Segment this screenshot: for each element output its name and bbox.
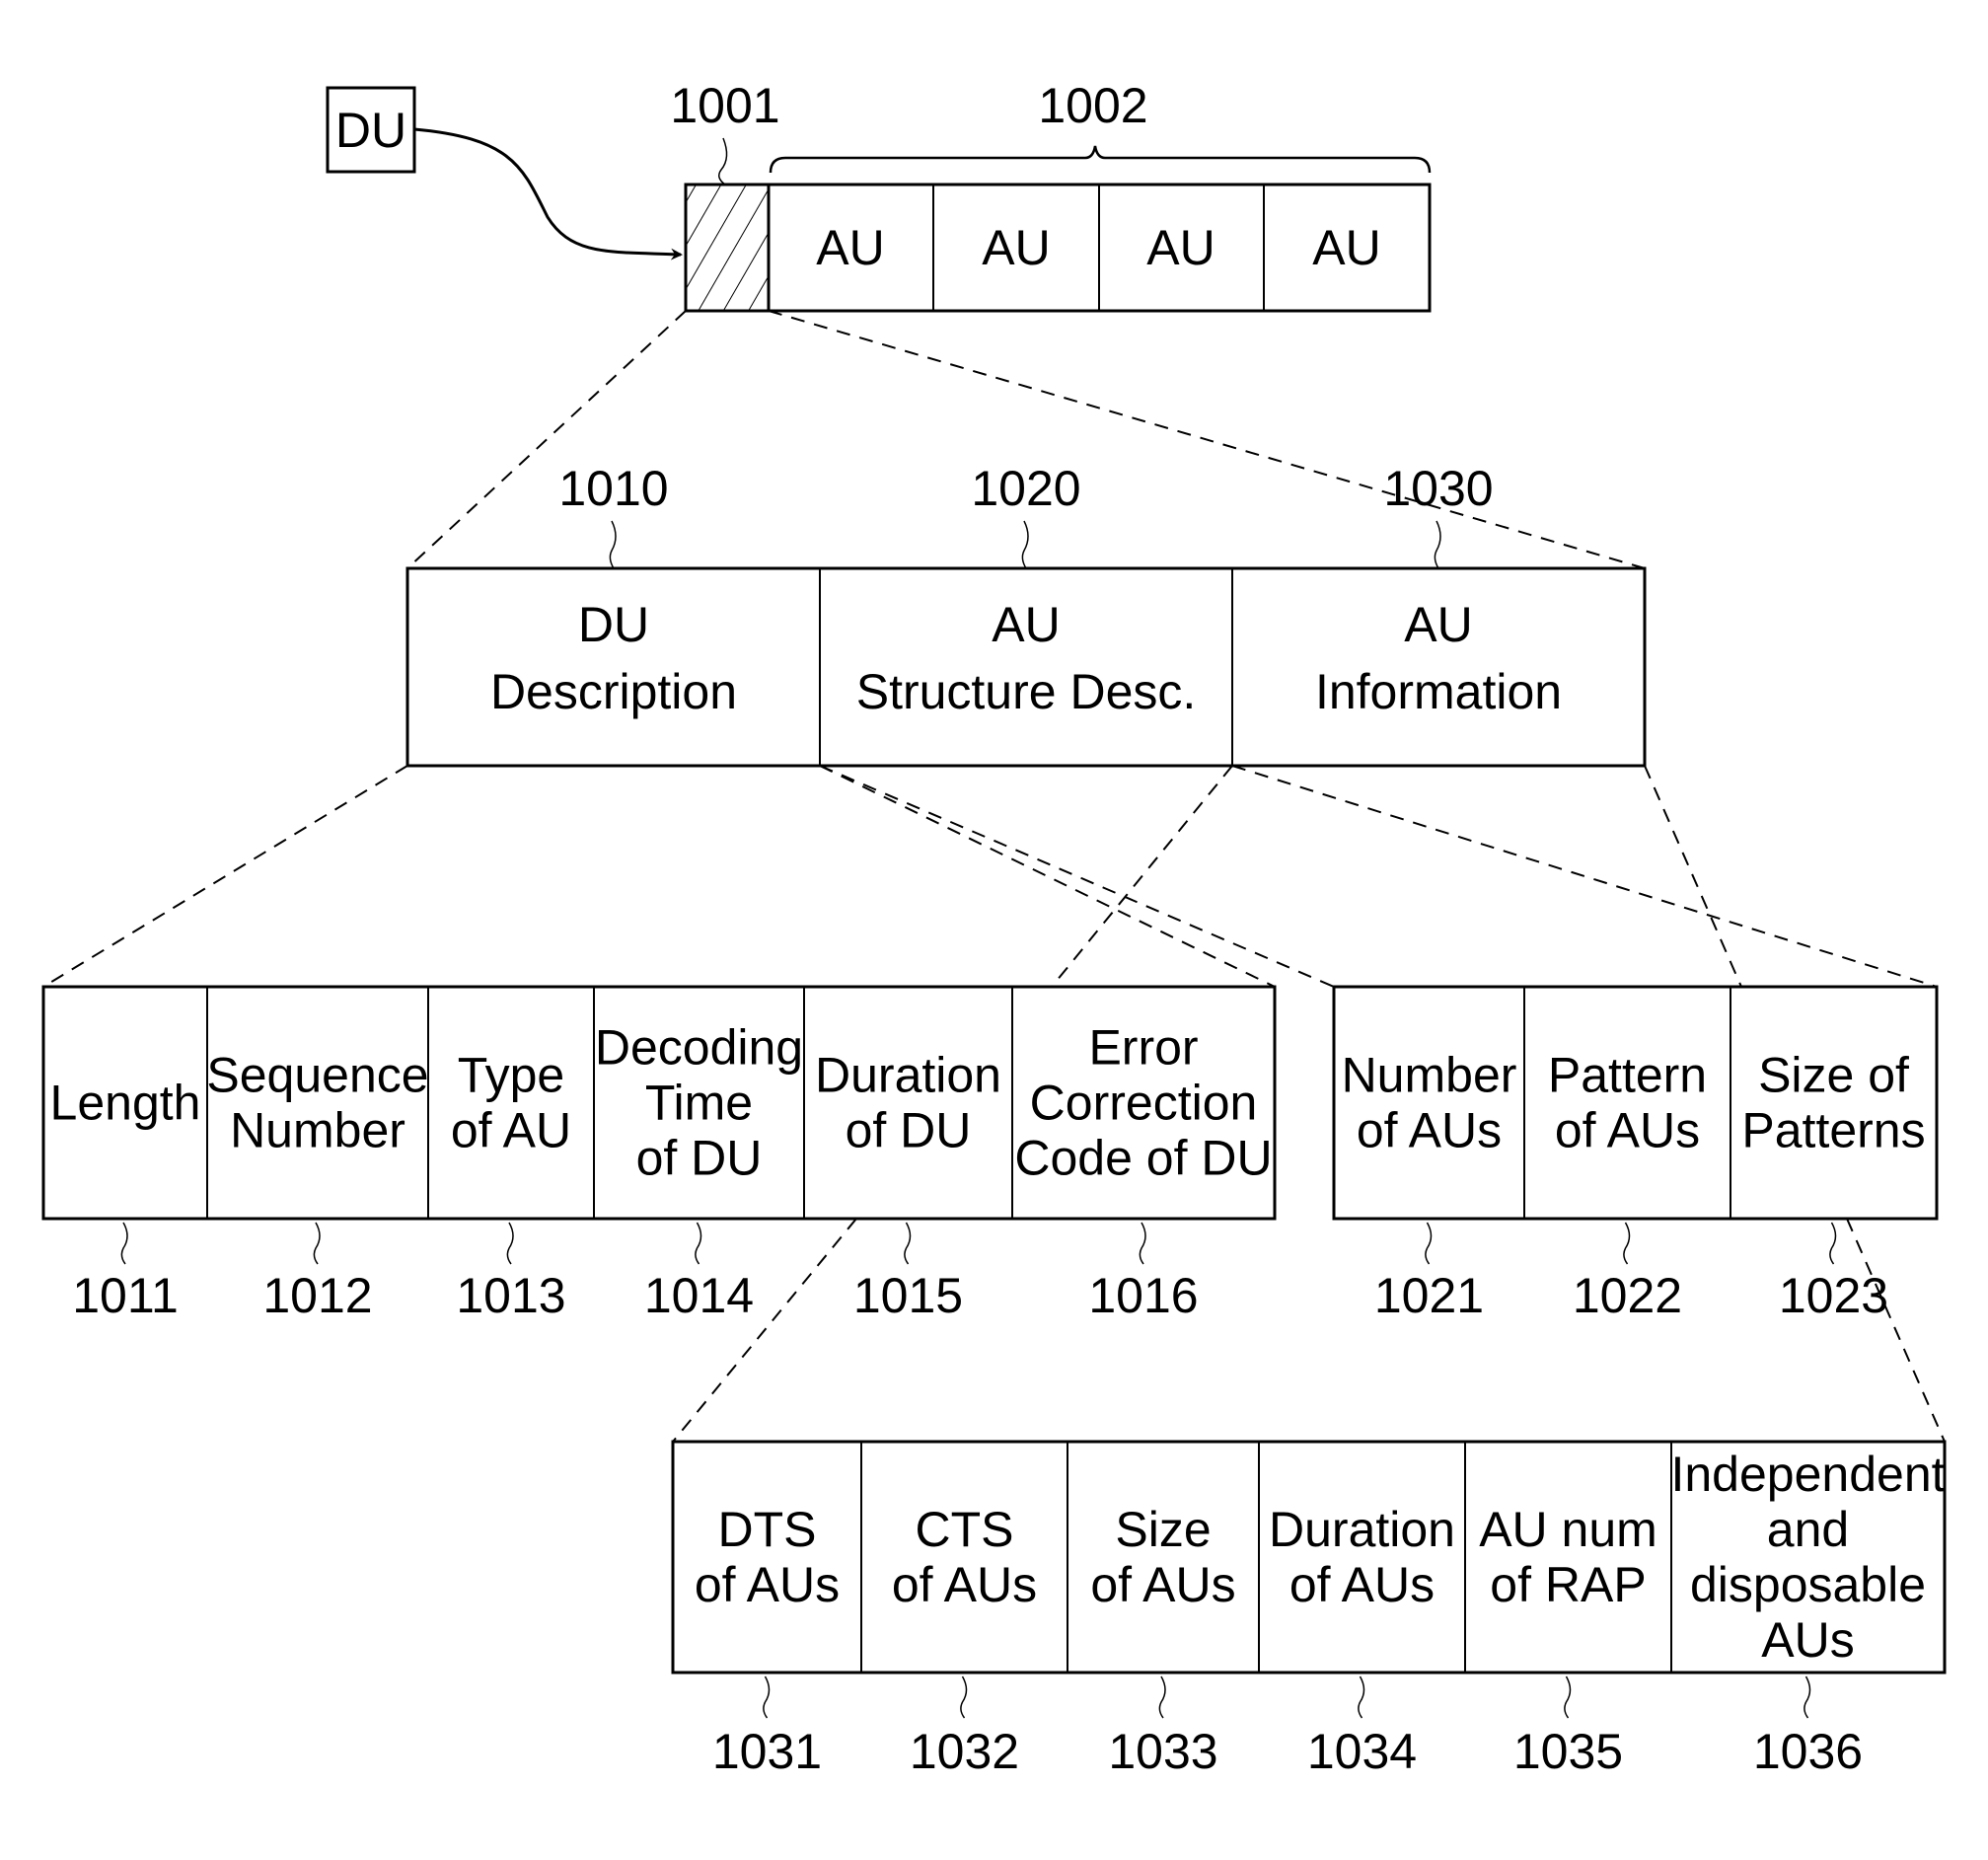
ref-number: 1022 — [1573, 1268, 1682, 1323]
ref-number: 1014 — [644, 1268, 754, 1323]
field-label: CTS — [916, 1502, 1014, 1557]
field-label: Code of DU — [1014, 1131, 1272, 1186]
field-label: Decoding — [595, 1020, 803, 1076]
ref-number: 1031 — [712, 1724, 822, 1779]
ref-1020: 1020 — [971, 461, 1080, 516]
ref-number: 1034 — [1307, 1724, 1417, 1779]
ref-leader — [120, 1222, 128, 1265]
field-label: of AUs — [695, 1557, 840, 1612]
au-cell: AU — [1312, 220, 1380, 275]
field-label: of AUs — [1357, 1103, 1502, 1158]
au-cell: AU — [1146, 220, 1215, 275]
ref-number: 1035 — [1513, 1724, 1623, 1779]
ref-leader — [1139, 1222, 1146, 1265]
du-description-line1: DU — [578, 597, 649, 652]
ref-number: 1033 — [1108, 1724, 1217, 1779]
du-header-cell — [684, 183, 771, 313]
ref-leader — [904, 1222, 912, 1265]
field-label: of AUs — [1090, 1557, 1235, 1612]
field-label: Type — [458, 1048, 564, 1103]
ref-number: 1012 — [262, 1268, 372, 1323]
ref-leader — [695, 1222, 702, 1265]
field-label: Size of — [1758, 1048, 1909, 1103]
ref-number: 1032 — [910, 1724, 1019, 1779]
field-label: Pattern — [1548, 1048, 1707, 1103]
level1-refs: 1010 1020 1030 — [558, 461, 1494, 569]
au-structure-fields-row: Numberof AUs1021Patternof AUs1022Size of… — [1332, 985, 1939, 1323]
data-unit-bar: AU AU AU AU — [684, 183, 1432, 313]
au-structure-line1: AU — [992, 597, 1060, 652]
au-information-line2: Information — [1315, 664, 1562, 719]
ref-1010: 1010 — [558, 461, 668, 516]
field-label: Duration — [815, 1048, 1001, 1103]
field-label: of DU — [636, 1131, 763, 1186]
field-label: of AUs — [892, 1557, 1037, 1612]
field-label: AU num — [1479, 1502, 1657, 1557]
ref-leader — [763, 1675, 771, 1719]
du-source-box: DU — [326, 86, 416, 174]
ref-1001: 1001 — [670, 78, 779, 133]
au-information-line1: AU — [1404, 597, 1472, 652]
au-structure-line2: Structure Desc. — [856, 664, 1197, 719]
field-label: Length — [50, 1076, 201, 1131]
ref-leader — [1158, 1675, 1166, 1719]
au-information-fields-row: DTSof AUs1031CTSof AUs1032Sizeof AUs1033… — [671, 1440, 1947, 1779]
ref-number: 1023 — [1779, 1268, 1888, 1323]
ref-leader — [1829, 1222, 1837, 1265]
du-description-line2: Description — [490, 664, 737, 719]
field-label: Correction — [1030, 1076, 1258, 1131]
field-label: of AUs — [1289, 1557, 1435, 1612]
ref-1030: 1030 — [1383, 461, 1493, 516]
ref-number: 1016 — [1088, 1268, 1198, 1323]
field-label: Patterns — [1741, 1103, 1925, 1158]
ref-number: 1011 — [72, 1268, 179, 1323]
field-label: Size — [1115, 1502, 1211, 1557]
field-label: of AUs — [1555, 1103, 1700, 1158]
au-group-brace — [769, 145, 1432, 174]
field-label: Number — [1342, 1048, 1517, 1103]
field-label: Time — [645, 1076, 753, 1131]
ref-number: 1015 — [853, 1268, 963, 1323]
field-label: disposable — [1690, 1557, 1926, 1612]
level1-row: DU Description AU Structure Desc. AU Inf… — [405, 566, 1647, 768]
field-label: of DU — [846, 1103, 972, 1158]
du-pointer-arrow — [413, 127, 683, 260]
ref-leader — [1358, 1675, 1365, 1719]
ref-leader — [960, 1675, 968, 1719]
du-structure-diagram: DU AU AU AU AU 1001 1002 DU Description … — [41, 78, 1947, 1779]
field-label: AUs — [1761, 1612, 1854, 1668]
field-label: of RAP — [1490, 1557, 1646, 1612]
ref-leader — [1564, 1675, 1572, 1719]
ref-leader — [313, 1222, 321, 1265]
field-label: Independent — [1670, 1447, 1945, 1502]
ref-number: 1036 — [1753, 1724, 1863, 1779]
field-label: DTS — [718, 1502, 817, 1557]
field-label: Duration — [1269, 1502, 1455, 1557]
ref-leader — [1425, 1222, 1433, 1265]
field-label: Sequence — [206, 1048, 428, 1103]
au-cell: AU — [982, 220, 1050, 275]
du-description-fields-row: Length 1011 SequenceNumber 1012 Typeof AU 101… — [41, 985, 1277, 1323]
ref-1002: 1002 — [1038, 78, 1147, 133]
au-cell: AU — [816, 220, 884, 275]
field-label: Number — [230, 1103, 405, 1158]
ref-number: 1013 — [456, 1268, 565, 1323]
du-source-label: DU — [335, 103, 406, 158]
ref-leader — [1804, 1675, 1811, 1719]
field-label: and — [1767, 1502, 1849, 1557]
leader-1001 — [718, 137, 728, 186]
field-label: Error — [1088, 1020, 1198, 1076]
ref-leader — [1623, 1222, 1631, 1265]
ref-number: 1021 — [1374, 1268, 1484, 1323]
ref-leader — [506, 1222, 514, 1265]
field-label: of AU — [451, 1103, 571, 1158]
